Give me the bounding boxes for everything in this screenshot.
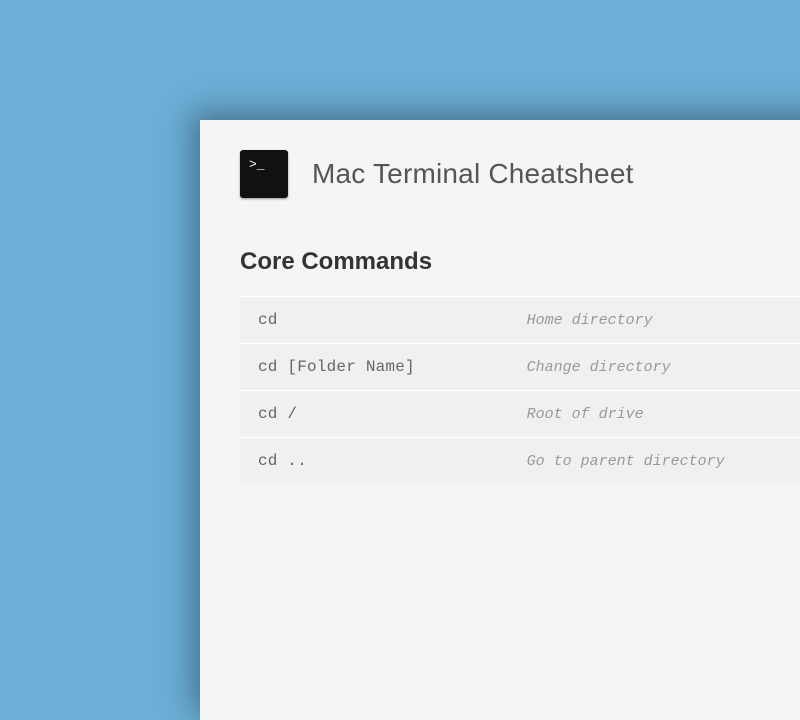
description-cell: Go to parent directory — [527, 453, 800, 470]
command-cell: cd / — [258, 405, 527, 423]
commands-table: cd Home directory cd [Folder Name] Chang… — [240, 296, 800, 484]
table-row: cd / Root of drive — [240, 390, 800, 437]
command-cell: cd — [258, 311, 527, 329]
page-title: Mac Terminal Cheatsheet — [312, 158, 634, 190]
section-title: Core Commands — [240, 248, 800, 276]
terminal-icon-glyph: >_ — [249, 158, 265, 171]
description-cell: Home directory — [527, 312, 800, 329]
command-cell: cd [Folder Name] — [258, 358, 527, 376]
header: >_ Mac Terminal Cheatsheet — [200, 120, 800, 218]
table-row: cd Home directory — [240, 296, 800, 343]
table-row: cd .. Go to parent directory — [240, 437, 800, 484]
table-row: cd [Folder Name] Change directory — [240, 343, 800, 390]
section-core-commands: Core Commands cd Home directory cd [Fold… — [200, 218, 800, 484]
description-cell: Root of drive — [527, 406, 800, 423]
command-cell: cd .. — [258, 452, 527, 470]
cheatsheet-card: >_ Mac Terminal Cheatsheet Core Commands… — [200, 120, 800, 720]
terminal-icon: >_ — [240, 150, 288, 198]
description-cell: Change directory — [527, 359, 800, 376]
